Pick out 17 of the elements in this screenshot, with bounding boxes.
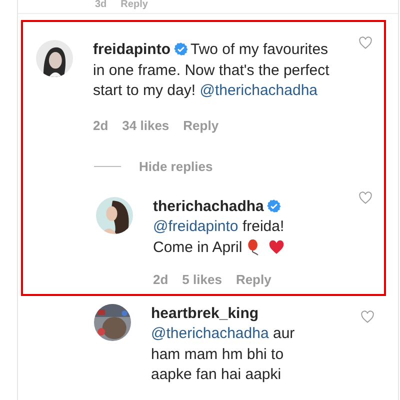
username[interactable]: therichachadha — [153, 198, 264, 214]
heart-icon — [268, 238, 285, 256]
username[interactable]: heartbrek_king — [151, 304, 259, 322]
mention-link[interactable]: @therichachadha — [151, 325, 269, 342]
username[interactable]: freidapinto — [93, 41, 170, 58]
timestamp: 2d — [153, 271, 168, 289]
comment-text: heartbrek_king @therichachadha aur ham mam hm bhi to aapke fan hai aapki — [151, 304, 296, 385]
mention-link[interactable]: @therichachadha — [200, 82, 318, 99]
mention-link[interactable]: @freidapinto — [153, 218, 238, 235]
like-heart-icon[interactable] — [358, 190, 373, 204]
timestamp: 2d — [93, 116, 108, 134]
comment-text: therichachadha @freidapinto freida! Come in April — [153, 196, 286, 258]
like-heart-icon[interactable] — [358, 36, 373, 50]
divider-line — [94, 166, 121, 168]
like-heart-icon[interactable] — [360, 310, 375, 324]
timestamp: 3d — [95, 0, 107, 12]
comment-text: freidapinto Two of my favourites in one frame. Now that's the perfect start to my day! @therichachadha — [93, 40, 330, 101]
